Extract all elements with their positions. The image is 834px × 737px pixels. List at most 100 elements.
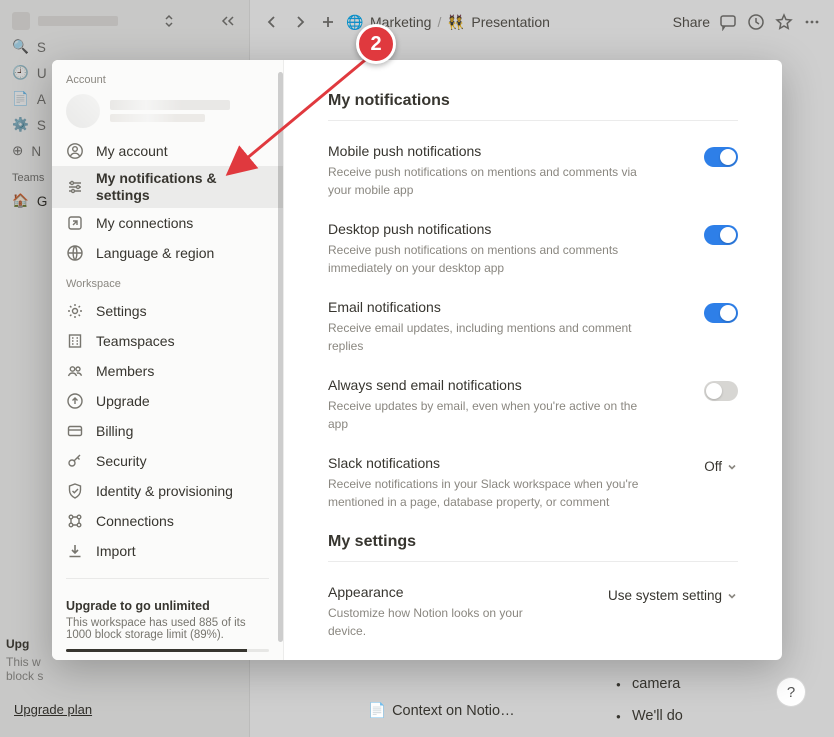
gear-icon bbox=[66, 302, 84, 320]
setting-desc: Receive push notifications on mentions a… bbox=[328, 163, 648, 199]
bullet-dot-icon: ● bbox=[616, 712, 621, 721]
download-icon bbox=[66, 542, 84, 560]
select[interactable]: Off bbox=[704, 459, 738, 474]
toggle[interactable] bbox=[704, 147, 738, 167]
collapse-icon[interactable] bbox=[219, 12, 237, 30]
comments-icon[interactable] bbox=[718, 12, 738, 32]
nav-label: Teamspaces bbox=[96, 333, 175, 349]
nav-label: Upgrade bbox=[96, 393, 150, 409]
doc-icon: 📄 bbox=[12, 91, 29, 107]
key-icon bbox=[66, 452, 84, 470]
heading-my-settings: My settings bbox=[328, 533, 738, 562]
setting-row: Mobile push notifications Receive push no… bbox=[328, 143, 738, 199]
nav-identity-provisioning[interactable]: Identity & provisioning bbox=[52, 476, 283, 506]
new-tab-icon[interactable] bbox=[318, 12, 338, 32]
breadcrumb-emoji-1: 👯 bbox=[447, 14, 465, 31]
upgrade-title: Upgrade to go unlimited bbox=[66, 599, 269, 613]
dialog-sidebar: Account My account My notifications & se… bbox=[52, 60, 284, 660]
nav-label: My account bbox=[96, 143, 168, 159]
setting-row: Slack notificationsReceive notifications… bbox=[328, 455, 738, 511]
setting-title: Slack notifications bbox=[328, 455, 662, 471]
annotation-badge: 2 bbox=[356, 24, 396, 64]
user-circle-icon bbox=[66, 142, 84, 160]
setting-row: Desktop push notifications Receive push n… bbox=[328, 221, 738, 277]
nav-language-region[interactable]: Language & region bbox=[52, 238, 283, 268]
nav-label: Billing bbox=[96, 423, 133, 439]
sliders-icon bbox=[66, 178, 84, 196]
bg-bullet-welldo: We'll do bbox=[632, 708, 683, 724]
user-name-redacted bbox=[110, 100, 269, 122]
setting-desc: Receive push notifications on mentions a… bbox=[328, 241, 648, 277]
nav-label: Language & region bbox=[96, 245, 214, 261]
storage-progress bbox=[66, 649, 269, 652]
dialog-main: My notifications Mobile push notificatio… bbox=[284, 60, 782, 660]
nav-members[interactable]: Members bbox=[52, 356, 283, 386]
connections-icon bbox=[66, 512, 84, 530]
toggle[interactable] bbox=[704, 225, 738, 245]
nav-back-icon[interactable] bbox=[262, 12, 282, 32]
workspace-switcher[interactable] bbox=[6, 8, 243, 34]
setting-desc: Customize how Notion looks on your devic… bbox=[328, 604, 528, 640]
clock-icon: 🕘 bbox=[12, 65, 29, 81]
nav-connections[interactable]: Connections bbox=[52, 506, 283, 536]
upgrade-callout: Upgrade to go unlimited This workspace h… bbox=[52, 591, 283, 660]
topbar: 🌐 Marketing / 👯 Presentation Share bbox=[250, 0, 834, 44]
setting-row: Email notifications Receive email updates… bbox=[328, 299, 738, 355]
setting-title: Email notifications bbox=[328, 299, 660, 315]
nav-settings[interactable]: Settings bbox=[52, 296, 283, 326]
star-icon[interactable] bbox=[774, 12, 794, 32]
shield-icon bbox=[66, 482, 84, 500]
nav-upgrade[interactable]: Upgrade bbox=[52, 386, 283, 416]
nav-import[interactable]: Import bbox=[52, 536, 283, 566]
rail-quick-search[interactable]: 🔍S bbox=[6, 34, 243, 60]
gear-icon: ⚙️ bbox=[12, 117, 29, 133]
nav-label: Connections bbox=[96, 513, 174, 529]
upload-icon bbox=[66, 392, 84, 410]
share-button[interactable]: Share bbox=[673, 14, 710, 30]
nav-label: My connections bbox=[96, 215, 193, 231]
nav-security[interactable]: Security bbox=[52, 446, 283, 476]
help-button[interactable]: ? bbox=[776, 677, 806, 707]
setting-desc: Receive email updates, including mention… bbox=[328, 319, 648, 355]
setting-title: Desktop push notifications bbox=[328, 221, 660, 237]
heading-my-notifications: My notifications bbox=[328, 92, 738, 121]
nav-label: My notifications & settings bbox=[96, 170, 269, 205]
globe-icon bbox=[66, 244, 84, 262]
setting-title: Appearance bbox=[328, 584, 592, 600]
nav-label: Settings bbox=[96, 303, 147, 319]
breadcrumb-separator: / bbox=[437, 14, 441, 30]
new-icon: ⊕ bbox=[12, 143, 23, 159]
rail-upgrade-link[interactable]: Upgrade plan bbox=[14, 702, 92, 717]
select[interactable]: Use system setting bbox=[608, 588, 738, 603]
updown-icon[interactable] bbox=[160, 12, 178, 30]
nav-billing[interactable]: Billing bbox=[52, 416, 283, 446]
building-icon bbox=[66, 332, 84, 350]
bg-content-line: 📄 Context on Notio… bbox=[368, 702, 515, 719]
setting-desc: Receive updates by email, even when you'… bbox=[328, 397, 648, 433]
chevron-down-icon bbox=[726, 461, 738, 473]
toggle[interactable] bbox=[704, 303, 738, 323]
setting-row: Appearance Customize how Notion looks on … bbox=[328, 584, 738, 640]
account-user-row[interactable] bbox=[52, 92, 283, 136]
setting-title: Mobile push notifications bbox=[328, 143, 660, 159]
nav-my-account[interactable]: My account bbox=[52, 136, 283, 166]
scrollbar[interactable] bbox=[278, 72, 283, 642]
nav-my-notifications-settings[interactable]: My notifications & settings bbox=[52, 166, 283, 208]
breadcrumb-label-1[interactable]: Presentation bbox=[471, 14, 550, 30]
section-label-workspace: Workspace bbox=[52, 268, 283, 296]
section-label-account: Account bbox=[52, 64, 283, 92]
settings-dialog: Account My account My notifications & se… bbox=[52, 60, 782, 660]
nav-teamspaces[interactable]: Teamspaces bbox=[52, 326, 283, 356]
nav-label: Import bbox=[96, 543, 136, 559]
setting-title: Always send email notifications bbox=[328, 377, 660, 393]
bg-bullet-camera: camera bbox=[632, 676, 680, 692]
nav-label: Identity & provisioning bbox=[96, 483, 233, 499]
toggle[interactable] bbox=[704, 381, 738, 401]
people-icon bbox=[66, 362, 84, 380]
avatar bbox=[66, 94, 100, 128]
more-icon[interactable] bbox=[802, 12, 822, 32]
nav-forward-icon[interactable] bbox=[290, 12, 310, 32]
page-icon: 📄 bbox=[368, 702, 386, 719]
nav-my-connections[interactable]: My connections bbox=[52, 208, 283, 238]
history-icon[interactable] bbox=[746, 12, 766, 32]
